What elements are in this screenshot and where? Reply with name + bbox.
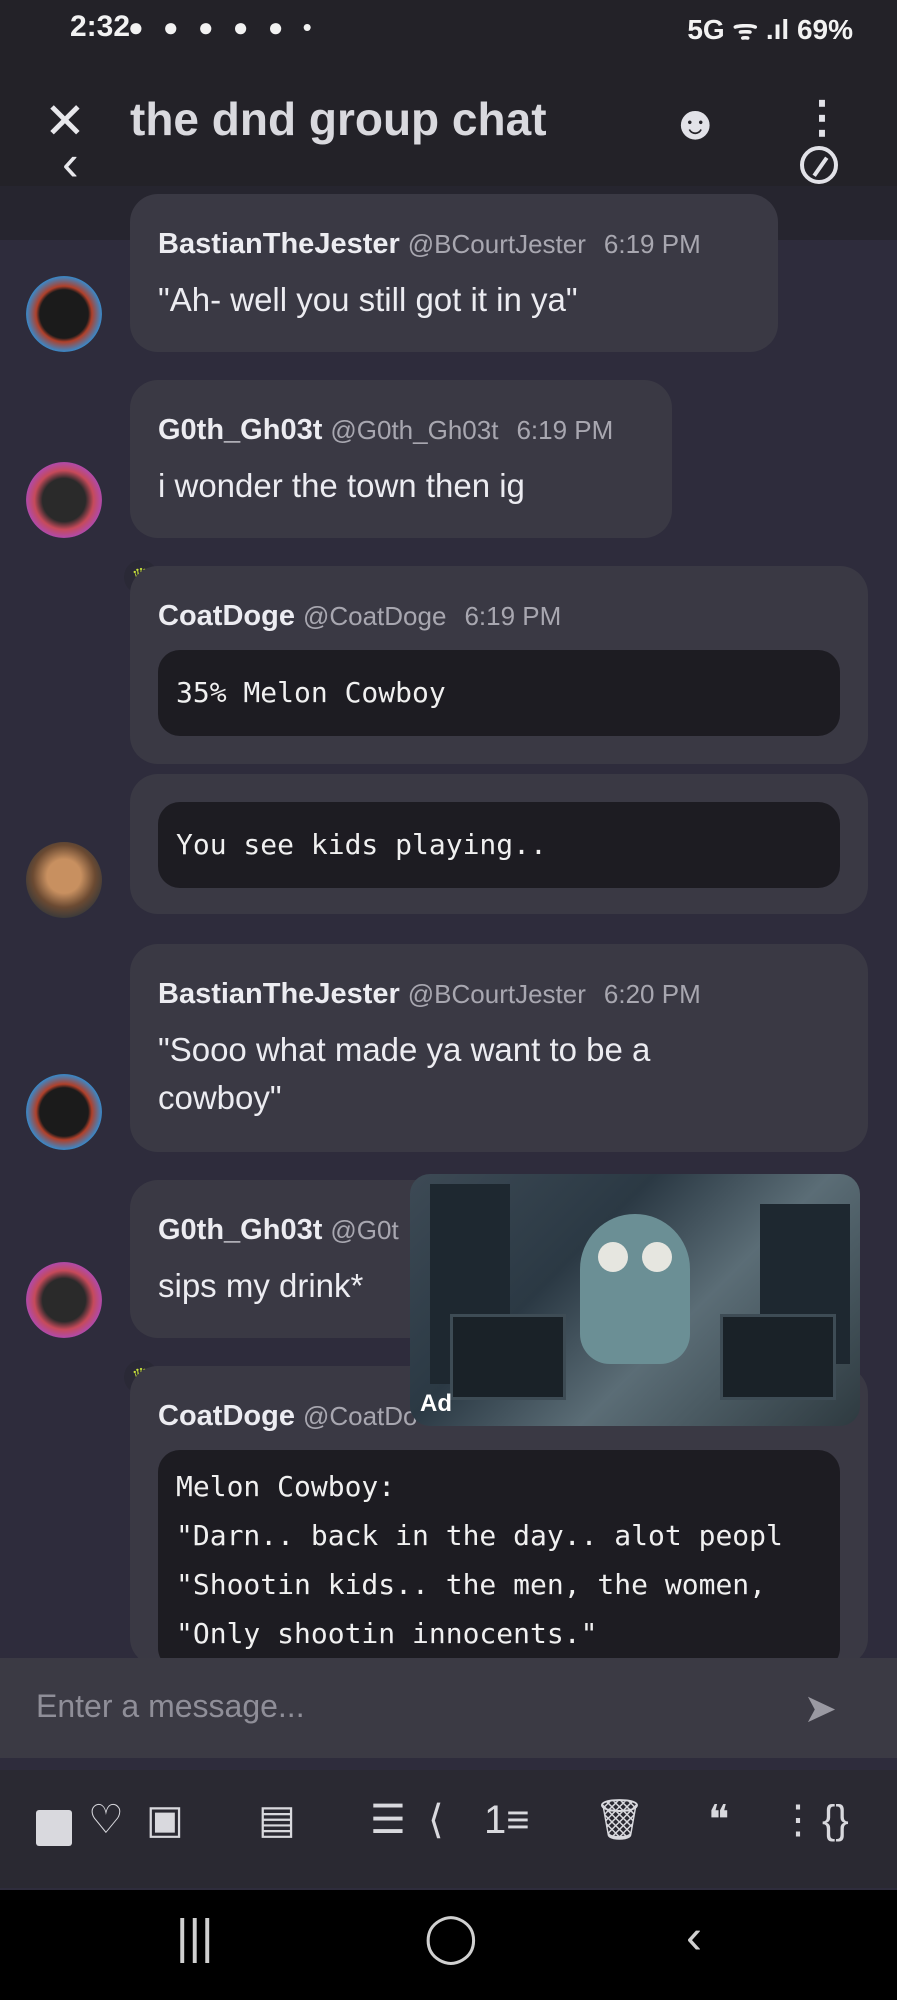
message-text: "Ah- well you still got it in ya" [158, 281, 578, 318]
ad-creature [580, 1214, 690, 1364]
message-meta: CoatDoge @CoatDo [158, 1400, 418, 1433]
message-bubble: G0th_Gh03t @G0t sips my drink* [130, 1180, 420, 1338]
code-braces-icon[interactable]: {} [822, 1800, 849, 1840]
gif-icon[interactable]: ▤ [258, 1800, 296, 1840]
ad-monitor [720, 1314, 836, 1400]
avatar[interactable] [26, 462, 102, 538]
back-icon[interactable]: ‹ [62, 138, 79, 188]
message-text: i wonder the town then ig [158, 467, 525, 504]
ad-monitor [450, 1314, 566, 1400]
home-icon[interactable]: ◯ [424, 1914, 478, 1962]
author-name[interactable]: G0th_Gh03t [158, 1214, 322, 1246]
message-bubble: G0th_Gh03t @G0th_Gh03t 6:19 PM i wonder th… [130, 380, 672, 538]
notification-icons: ● ● ● ● ● • [128, 12, 318, 42]
quote-icon[interactable]: ❝ [708, 1800, 730, 1840]
status-indicators: 5G ᯤ .ıl 69% [687, 14, 853, 45]
chat-title: the dnd group chat [130, 93, 547, 145]
chat-header: ✕ ‹ the dnd group chat ☻ ⋮ [0, 62, 897, 188]
add-member-icon[interactable]: ☻ [670, 96, 721, 151]
sticker-icon[interactable] [36, 1810, 72, 1846]
send-icon[interactable]: ➤ [803, 1686, 837, 1732]
code-block: You see kids playing.. [158, 802, 840, 888]
author-handle: @G0th_Gh03t [330, 415, 499, 445]
message-meta: CoatDoge @CoatDoge 6:19 PM [158, 600, 561, 633]
message-meta: BastianTheJester @BCourtJester 6:20 PM [158, 978, 701, 1011]
ad-creature-eye [598, 1242, 628, 1272]
message-time: 6:20 PM [603, 979, 701, 1009]
rotate-icon[interactable] [800, 146, 838, 184]
message-bubble: BastianTheJester @BCourtJester 6:20 PM "So… [130, 944, 868, 1152]
message-text-line-1: "Sooo what made ya want to be a [158, 1031, 651, 1068]
numbered-list-icon[interactable]: 1≡ [484, 1800, 530, 1840]
avatar[interactable] [26, 842, 102, 918]
avatar[interactable] [26, 1074, 102, 1150]
message-text-line-2: cowboy" [158, 1079, 282, 1116]
author-name[interactable]: BastianTheJester [158, 978, 400, 1010]
message-input-bar: Enter a message... ➤ [0, 1658, 897, 1758]
status-bar: 2:32 ● ● ● ● ● • 5G ᯤ .ıl 69% [0, 0, 897, 62]
message-meta: BastianTheJester @BCourtJester 6:19 PM [158, 228, 701, 261]
message-bubble: CoatDoge @CoatDoge 6:19 PM 35% Melon Cowbo… [130, 566, 868, 764]
author-handle: @BCourtJester [407, 979, 586, 1009]
author-name[interactable]: CoatDoge [158, 600, 295, 632]
message-input[interactable]: Enter a message... [36, 1688, 305, 1725]
code-block: Melon Cowboy: "Darn.. back in the day.. … [158, 1450, 840, 1670]
system-nav-bar: ||| ◯ ‹ [0, 1890, 897, 2000]
more-menu-icon[interactable]: ⋮ [800, 96, 844, 140]
author-name[interactable]: BastianTheJester [158, 228, 400, 260]
trash-icon[interactable]: 🗑 [594, 1800, 645, 1840]
recent-apps-icon[interactable]: ||| [176, 1914, 213, 1962]
video-ad[interactable]: Ad [410, 1174, 860, 1426]
image-icon[interactable]: ▣ [146, 1800, 184, 1840]
message-text: sips my drink* [158, 1267, 364, 1304]
message-bubble: You see kids playing.. [130, 774, 868, 914]
formatting-toolbar: ♡ ▣ ▤ ☰ ⟨ 1≡ 🗑 ❝ ⋮ {} [0, 1770, 897, 1888]
list-icon[interactable]: ☰ [370, 1800, 406, 1840]
author-handle: @G0t [330, 1215, 399, 1245]
message-meta: G0th_Gh03t @G0t [158, 1214, 399, 1247]
message-time: 6:19 PM [516, 415, 614, 445]
message-time: 6:19 PM [464, 601, 562, 631]
avatar[interactable] [26, 276, 102, 352]
message-time: 6:19 PM [603, 229, 701, 259]
share-icon[interactable]: ⟨ [428, 1800, 444, 1840]
message-bubble: BastianTheJester @BCourtJester 6:19 PM "Ah… [130, 194, 778, 352]
more-icon[interactable]: ⋮ [778, 1800, 818, 1840]
code-block: 35% Melon Cowboy [158, 650, 840, 736]
author-name[interactable]: CoatDoge [158, 1400, 295, 1432]
message-meta: G0th_Gh03t @G0th_Gh03t 6:19 PM [158, 414, 613, 447]
author-handle: @BCourtJester [407, 229, 586, 259]
status-time: 2:32 [70, 10, 131, 43]
nav-back-icon[interactable]: ‹ [686, 1914, 702, 1962]
ad-creature-eye [642, 1242, 672, 1272]
author-name[interactable]: G0th_Gh03t [158, 414, 322, 446]
author-handle: @CoatDoge [302, 601, 447, 631]
heart-icon[interactable]: ♡ [88, 1800, 124, 1840]
ad-label: Ad [420, 1390, 452, 1417]
author-handle: @CoatDo [302, 1401, 418, 1431]
avatar[interactable] [26, 1262, 102, 1338]
